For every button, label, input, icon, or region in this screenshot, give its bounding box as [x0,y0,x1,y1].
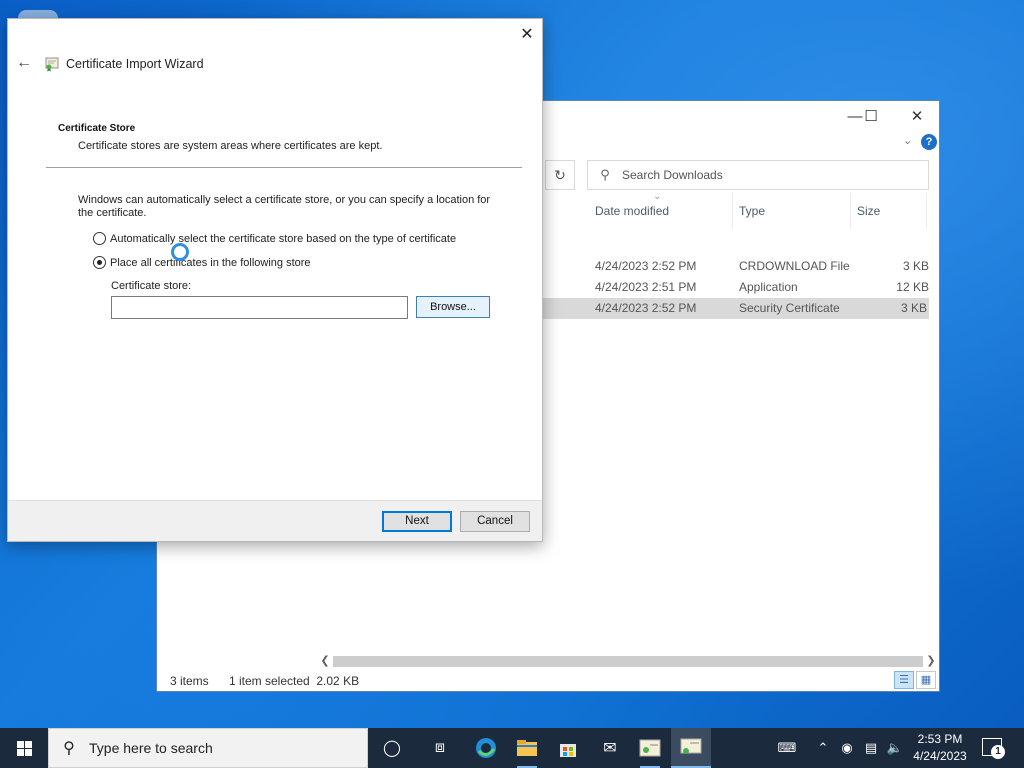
details-view-icon[interactable]: ☰ [894,671,914,689]
wizard-title: Certificate Import Wizard [66,57,204,71]
column-size[interactable]: Size [851,193,927,229]
cortana-icon[interactable]: ◯ [372,728,412,768]
table-row-selected[interactable]: 4/24/2023 2:52 PM Security Certificate 3… [543,298,929,319]
radio-button[interactable] [93,232,106,245]
scroll-left-icon[interactable]: ❮ [317,653,333,670]
close-icon[interactable]: ✕ [514,23,540,47]
selection-info: 1 item selected 2.02 KB [229,674,360,688]
file-explorer-icon[interactable] [507,728,547,768]
clock-date: 4/24/2023 [913,749,967,763]
network-icon[interactable]: ▤ [860,728,882,768]
column-header: Date modified Type Size [545,179,935,229]
horizontal-scrollbar[interactable]: ❮ ❯ [317,653,939,670]
edge-browser-icon[interactable] [466,728,506,768]
divider [46,167,522,168]
radio-label: Automatically select the certificate sto… [110,232,457,245]
certificate-wizard-icon[interactable] [671,728,711,768]
radio-button-selected[interactable] [93,256,106,269]
search-icon: ⚲ [63,740,75,757]
row-date: 4/24/2023 2:52 PM [595,259,697,273]
task-view-icon[interactable]: ⧈ [420,728,460,768]
certificate-store-label: Certificate store: [111,280,192,292]
taskbar-search-box[interactable]: ⚲ Type here to search [48,728,368,768]
row-size: 3 KB [900,301,927,315]
search-downloads-input[interactable]: ⚲ Search Downloads [587,160,929,190]
item-count: 3 items [170,674,209,688]
volume-muted-icon[interactable]: 🔈 [884,728,906,768]
certificate-icon [45,57,59,72]
browse-button[interactable]: Browse... [416,296,490,318]
radio-place-in-store[interactable]: Place all certificates in the following … [93,256,311,269]
busy-cursor-icon [171,243,189,261]
back-arrow-icon[interactable]: ← [14,53,34,73]
row-size: 12 KB [896,280,929,294]
row-type: Security Certificate [739,301,840,315]
row-date: 4/24/2023 2:52 PM [595,301,697,315]
refresh-icon[interactable]: ↻ [545,160,575,190]
next-button[interactable]: Next [382,511,452,532]
wizard-footer: Next Cancel [8,500,542,541]
radio-label: Place all certificates in the following … [110,256,311,269]
show-hidden-icons-icon[interactable]: ⌃ [812,728,834,768]
notification-icon[interactable]: 1 [982,738,1005,759]
table-row[interactable]: 4/24/2023 2:51 PM Application 12 KB [545,277,929,298]
store-icon[interactable] [548,728,588,768]
chevron-down-icon[interactable]: ⌄ [903,134,912,147]
row-date: 4/24/2023 2:51 PM [595,280,697,294]
taskbar-search-placeholder: Type here to search [89,740,213,756]
search-icon: ⚲ [600,167,610,182]
radio-auto-select[interactable]: Automatically select the certificate sto… [93,232,456,245]
row-type: Application [739,280,798,294]
certificate-store-input[interactable] [111,296,408,319]
large-icons-view-icon[interactable]: ▦ [916,671,936,689]
page-subtitle: Certificate stores are system areas wher… [78,140,383,152]
taskbar: ⚲ Type here to search ◯ ⧈ ✉ ⌨ ⌃ ◉ ▤ 🔈 2:… [0,728,1024,768]
notification-badge: 1 [991,745,1005,759]
mail-icon[interactable]: ✉ [590,728,630,768]
windows-logo-icon [16,740,32,756]
column-date-modified[interactable]: Date modified [589,179,733,229]
cancel-button[interactable]: Cancel [460,511,530,532]
search-placeholder: Search Downloads [622,168,723,182]
help-icon[interactable]: ? [921,134,937,150]
start-button[interactable] [0,728,48,768]
column-type[interactable]: Type [733,193,851,229]
table-row[interactable]: 4/24/2023 2:52 PM CRDOWNLOAD File 3 KB [545,256,929,277]
desktop-icon[interactable] [18,10,58,18]
meet-now-icon[interactable]: ◉ [836,728,858,768]
clock-time: 2:53 PM [917,732,963,746]
close-icon[interactable]: ✕ [899,107,935,127]
maximize-icon[interactable]: ☐ [853,107,889,127]
scroll-right-icon[interactable]: ❯ [923,653,939,670]
description-text: Windows can automatically select a certi… [78,194,491,219]
scrollbar-thumb[interactable] [333,656,923,667]
keyboard-icon[interactable]: ⌨ [772,728,802,768]
row-type: CRDOWNLOAD File [739,259,850,273]
clock[interactable]: 2:53 PM 4/24/2023 [906,731,974,765]
status-bar: 3 items 1 item selected 2.02 KB ☰ ▦ [157,671,939,691]
certificate-manager-icon[interactable] [630,728,670,768]
page-title: Certificate Store [58,123,136,134]
row-size: 3 KB [902,259,929,273]
certificate-import-wizard: ✕ ← Certificate Import Wizard Certificat… [7,18,543,542]
